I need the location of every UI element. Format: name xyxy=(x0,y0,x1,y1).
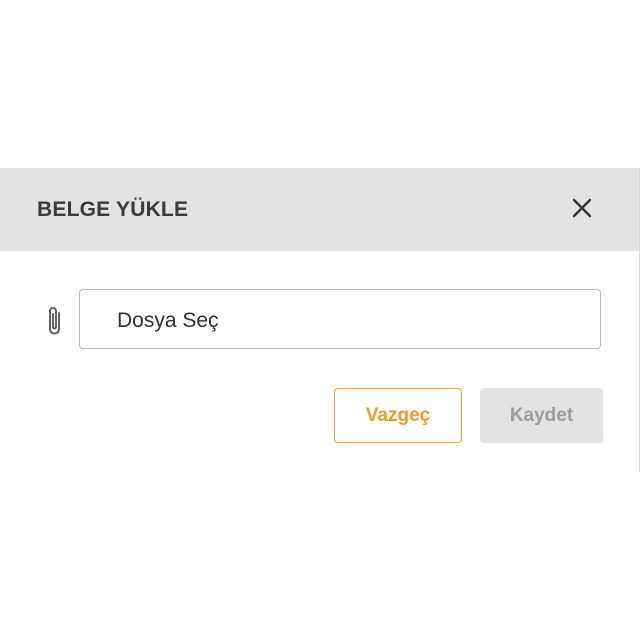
page: BELGE YÜKLE Dosya Seç Vazgeç Kaydet xyxy=(0,0,640,640)
close-icon xyxy=(572,198,592,218)
save-button[interactable]: Kaydet xyxy=(480,388,603,443)
choose-file-field[interactable]: Dosya Seç xyxy=(79,289,601,349)
close-button[interactable] xyxy=(568,194,596,222)
dialog-title: BELGE YÜKLE xyxy=(37,198,189,221)
dialog-header: BELGE YÜKLE xyxy=(0,168,640,251)
cancel-button[interactable]: Vazgeç xyxy=(334,388,462,443)
paperclip-icon xyxy=(49,307,60,335)
choose-file-label: Dosya Seç xyxy=(117,309,219,332)
upload-document-dialog: BELGE YÜKLE Dosya Seç Vazgeç Kaydet xyxy=(0,168,640,472)
